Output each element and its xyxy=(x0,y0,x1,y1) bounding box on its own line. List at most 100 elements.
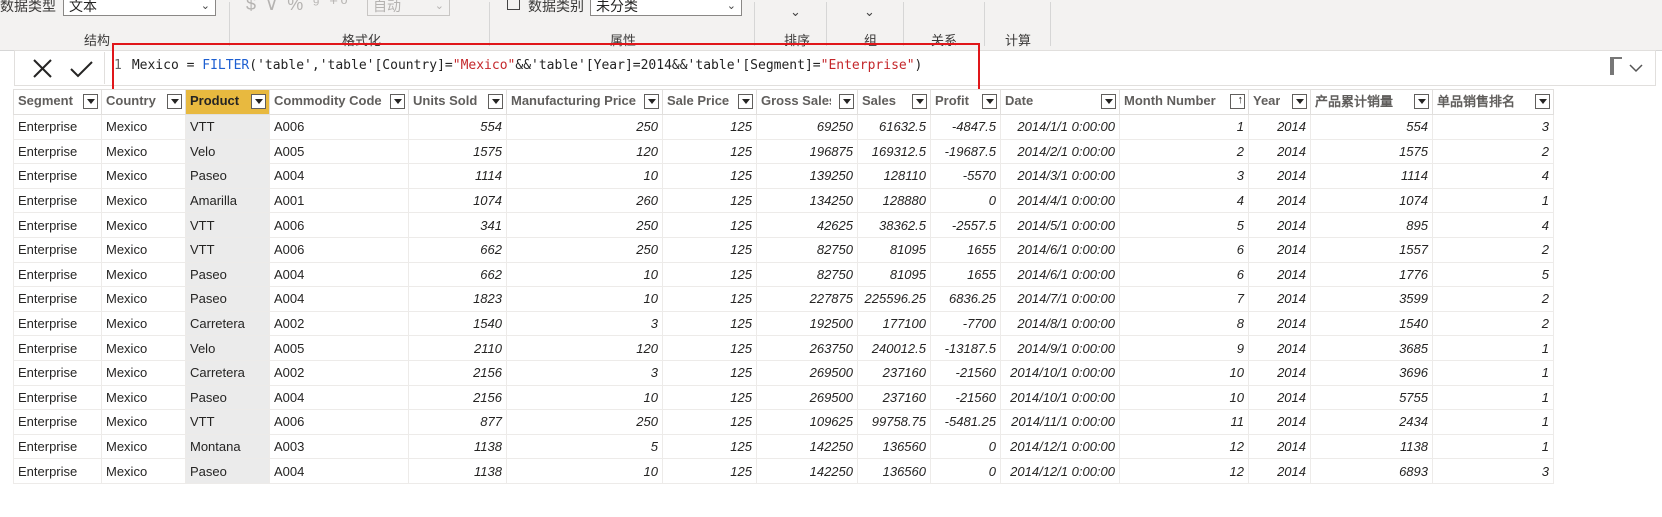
table-cell[interactable]: 1 xyxy=(1432,409,1554,435)
table-row[interactable]: Enterprise Mexico Paseo A004 2156 10 125 269500… xyxy=(13,384,1554,411)
table-cell[interactable]: 554 xyxy=(408,114,507,140)
table-cell[interactable]: 10 xyxy=(506,261,663,288)
table-cell[interactable]: 2156 xyxy=(408,359,507,386)
table-cell[interactable]: 2014 xyxy=(1248,138,1311,165)
table-row[interactable]: Enterprise Mexico Velo A005 1575 120 125 196875… xyxy=(13,138,1554,165)
table-cell[interactable]: 1776 xyxy=(1310,261,1433,288)
table-cell[interactable]: 139250 xyxy=(756,163,858,189)
table-cell[interactable]: 82750 xyxy=(756,236,858,263)
table-cell[interactable]: VTT xyxy=(185,236,270,263)
table-cell[interactable]: 250 xyxy=(506,212,663,238)
table-cell[interactable]: A004 xyxy=(269,286,409,312)
filter-dropdown-icon[interactable] xyxy=(390,94,405,109)
table-cell[interactable]: 2014 xyxy=(1248,187,1311,214)
table-cell[interactable]: 237160 xyxy=(857,384,931,411)
table-cell[interactable]: 3599 xyxy=(1310,286,1433,312)
table-cell[interactable]: A005 xyxy=(269,138,409,165)
table-cell[interactable]: 1823 xyxy=(408,286,507,312)
table-cell[interactable]: 227875 xyxy=(756,286,858,312)
table-cell[interactable]: 1 xyxy=(1432,335,1554,361)
table-cell[interactable]: Amarilla xyxy=(185,187,270,214)
column-header[interactable]: Date xyxy=(1000,89,1120,115)
table-cell[interactable]: 1 xyxy=(1432,187,1554,214)
table-cell[interactable]: 136560 xyxy=(857,458,931,484)
table-cell[interactable]: 125 xyxy=(662,187,757,214)
table-cell[interactable]: -21560 xyxy=(930,384,1001,411)
table-cell[interactable]: 662 xyxy=(408,261,507,288)
table-cell[interactable]: 42625 xyxy=(756,212,858,238)
table-cell[interactable]: 3 xyxy=(1432,458,1554,484)
table-cell[interactable]: 5 xyxy=(1119,212,1249,238)
table-cell[interactable]: 2014 xyxy=(1248,114,1311,140)
table-cell[interactable]: 2014 xyxy=(1248,458,1311,484)
table-cell[interactable]: 1074 xyxy=(1310,187,1433,214)
table-row[interactable]: Enterprise Mexico Paseo A004 1138 10 125 142250… xyxy=(13,458,1554,484)
column-header[interactable]: Units Sold xyxy=(408,89,507,115)
table-cell[interactable]: 4 xyxy=(1119,187,1249,214)
table-cell[interactable]: Mexico xyxy=(101,286,186,312)
table-cell[interactable]: A005 xyxy=(269,335,409,361)
table-cell[interactable]: 3 xyxy=(1432,114,1554,140)
table-cell[interactable]: 125 xyxy=(662,163,757,189)
table-cell[interactable]: 250 xyxy=(506,236,663,263)
table-cell[interactable]: Enterprise xyxy=(13,335,102,361)
table-cell[interactable]: 1655 xyxy=(930,236,1001,263)
table-cell[interactable]: 895 xyxy=(1310,212,1433,238)
formula-input[interactable]: 1 Mexico = FILTER('table','table'[Country… xyxy=(114,58,922,73)
table-cell[interactable]: 120 xyxy=(506,138,663,165)
table-cell[interactable]: 2 xyxy=(1432,310,1554,337)
table-cell[interactable]: 2014/7/1 0:00:00 xyxy=(1000,286,1120,312)
cancel-formula-button[interactable] xyxy=(27,55,57,83)
table-cell[interactable]: 6 xyxy=(1119,236,1249,263)
table-cell[interactable]: 6893 xyxy=(1310,458,1433,484)
table-cell[interactable]: 2014/2/1 0:00:00 xyxy=(1000,138,1120,165)
column-header[interactable]: Sale Price xyxy=(662,89,757,115)
format-select[interactable]: 自动 ⌄ xyxy=(367,0,450,16)
table-cell[interactable]: Mexico xyxy=(101,433,186,460)
table-cell[interactable]: 263750 xyxy=(756,335,858,361)
table-cell[interactable]: 269500 xyxy=(756,384,858,411)
table-cell[interactable]: 2014/10/1 0:00:00 xyxy=(1000,384,1120,411)
column-header[interactable]: Gross Sales xyxy=(756,89,858,115)
table-cell[interactable]: 1074 xyxy=(408,187,507,214)
data-type-select[interactable]: 文本 ⌄ xyxy=(63,0,216,16)
table-cell[interactable]: Enterprise xyxy=(13,163,102,189)
table-cell[interactable]: 2014/6/1 0:00:00 xyxy=(1000,236,1120,263)
table-cell[interactable]: 69250 xyxy=(756,114,858,140)
table-cell[interactable]: -13187.5 xyxy=(930,335,1001,361)
table-cell[interactable]: Enterprise xyxy=(13,458,102,484)
table-cell[interactable]: 128110 xyxy=(857,163,931,189)
sort-dropdown-icon[interactable]: ⌄ xyxy=(790,4,801,20)
table-row[interactable]: Enterprise Mexico Paseo A004 662 10 125 82750 81… xyxy=(13,261,1554,288)
table-cell[interactable]: 1575 xyxy=(408,138,507,165)
table-cell[interactable]: 5755 xyxy=(1310,384,1433,411)
table-cell[interactable]: -19687.5 xyxy=(930,138,1001,165)
table-cell[interactable]: Mexico xyxy=(101,236,186,263)
filter-dropdown-icon[interactable] xyxy=(738,94,753,109)
column-header[interactable]: Product xyxy=(185,89,270,115)
table-cell[interactable]: 38362.5 xyxy=(857,212,931,238)
table-cell[interactable]: 9 xyxy=(1119,335,1249,361)
column-header[interactable]: Year xyxy=(1248,89,1311,115)
table-cell[interactable]: 10 xyxy=(506,286,663,312)
table-cell[interactable]: Enterprise xyxy=(13,286,102,312)
table-cell[interactable]: 1 xyxy=(1432,359,1554,386)
table-cell[interactable]: 2014 xyxy=(1248,310,1311,337)
table-cell[interactable]: 2014 xyxy=(1248,359,1311,386)
table-cell[interactable]: 1114 xyxy=(1310,163,1433,189)
table-cell[interactable]: A004 xyxy=(269,458,409,484)
table-cell[interactable]: 10 xyxy=(506,458,663,484)
table-cell[interactable]: Carretera xyxy=(185,310,270,337)
table-cell[interactable]: 2014/11/1 0:00:00 xyxy=(1000,409,1120,435)
table-cell[interactable]: -2557.5 xyxy=(930,212,1001,238)
table-cell[interactable]: Mexico xyxy=(101,187,186,214)
table-cell[interactable]: Enterprise xyxy=(13,138,102,165)
table-cell[interactable]: 877 xyxy=(408,409,507,435)
table-row[interactable]: Enterprise Mexico VTT A006 662 250 125 82750 810… xyxy=(13,236,1554,263)
table-cell[interactable]: 5 xyxy=(506,433,663,460)
column-header[interactable]: Country xyxy=(101,89,186,115)
table-cell[interactable]: 554 xyxy=(1310,114,1433,140)
table-cell[interactable]: 1138 xyxy=(1310,433,1433,460)
table-cell[interactable]: 2110 xyxy=(408,335,507,361)
table-cell[interactable]: Enterprise xyxy=(13,261,102,288)
